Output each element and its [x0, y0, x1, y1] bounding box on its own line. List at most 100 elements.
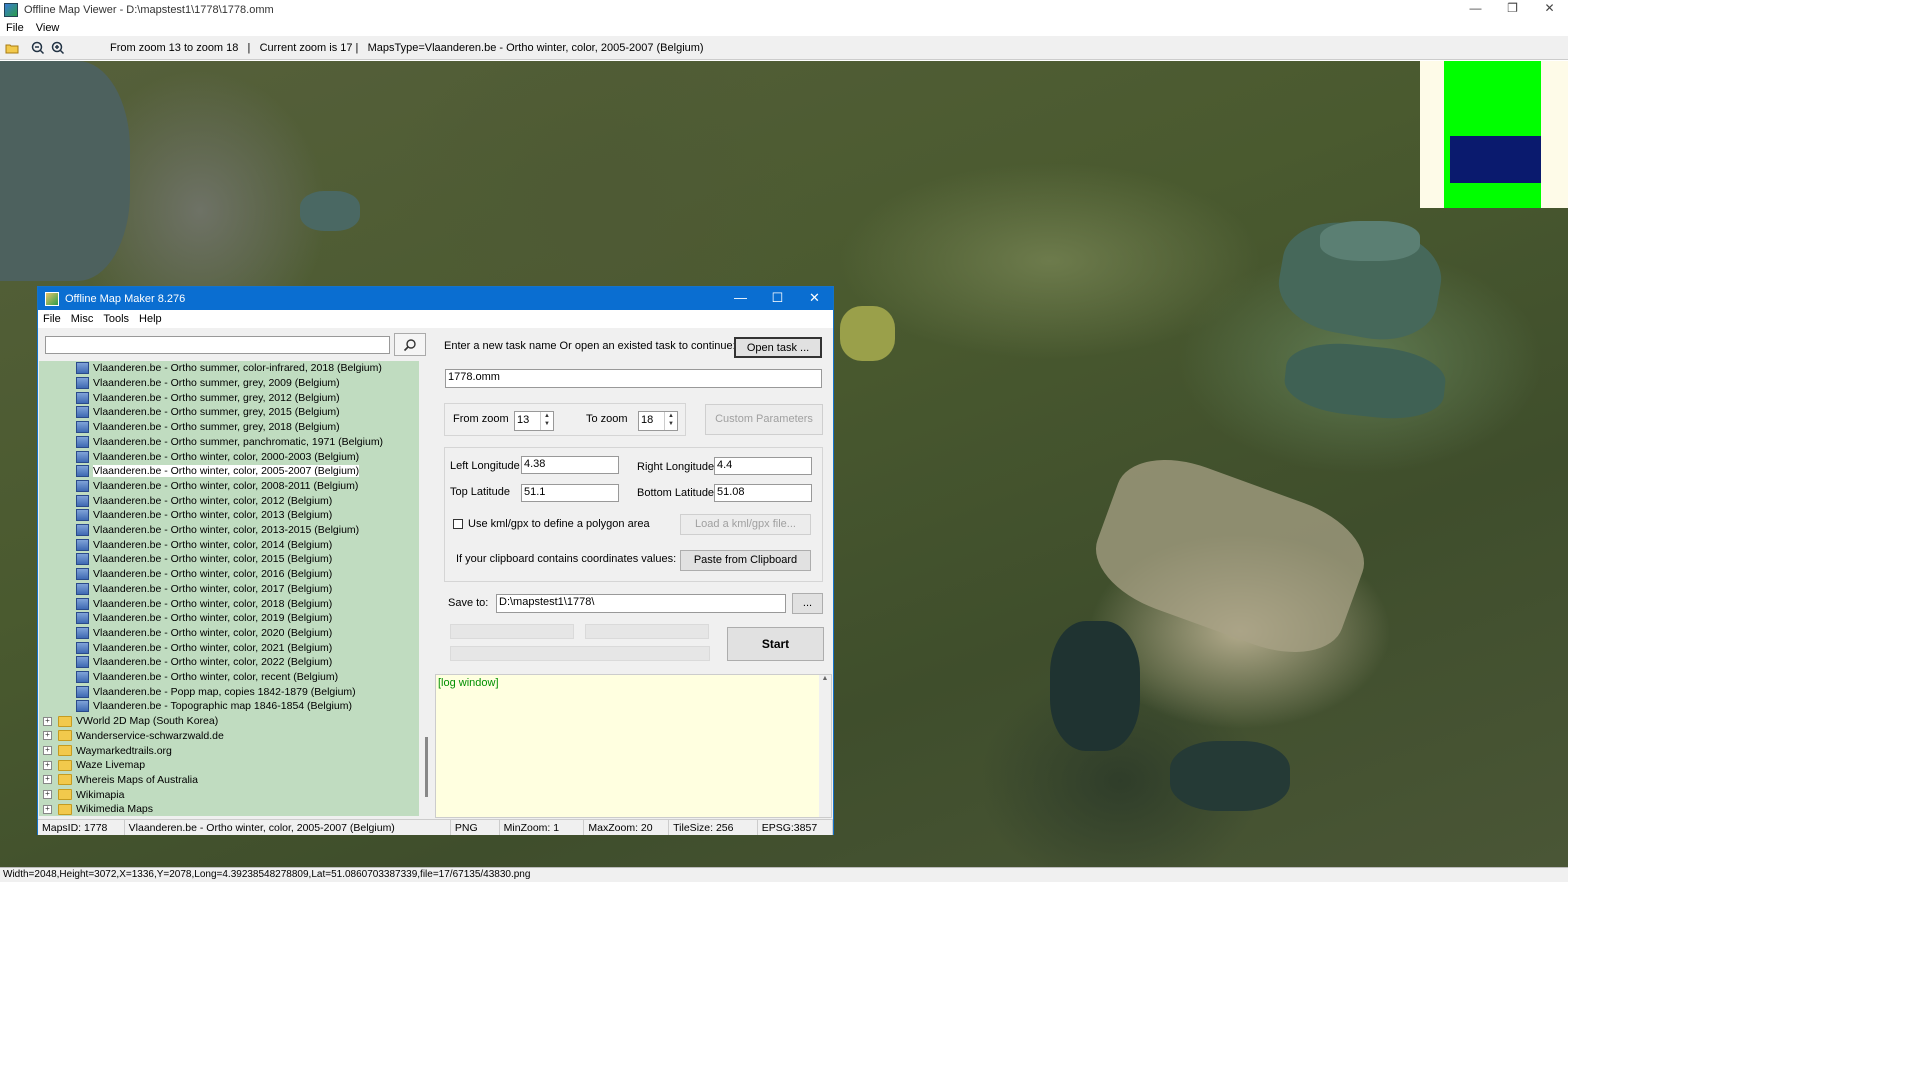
expand-icon[interactable]: + [43, 804, 52, 814]
tree-leaf-item[interactable]: Vlaanderen.be - Topographic map 1846-185… [76, 699, 352, 714]
tree-folder-label: Wikimapia [76, 788, 125, 801]
dialog-close-button[interactable]: ✕ [796, 287, 833, 310]
tree-scrollbar[interactable] [421, 361, 433, 816]
tree-leaf-item[interactable]: Vlaanderen.be - Ortho winter, color, 201… [76, 537, 332, 552]
map-type-tree[interactable]: Vlaanderen.be - Ortho summer, color-infr… [39, 361, 419, 816]
dialog-menu-tools[interactable]: Tools [98, 313, 134, 325]
right-longitude-input[interactable]: 4.4 [714, 457, 812, 475]
tree-leaf-item[interactable]: Vlaanderen.be - Ortho summer, grey, 2012… [76, 390, 340, 405]
map-layer-icon [76, 435, 89, 448]
map-search-input[interactable] [45, 336, 390, 354]
tree-leaf-item[interactable]: Vlaanderen.be - Ortho winter, color, 202… [76, 640, 332, 655]
expand-icon[interactable]: + [43, 746, 52, 756]
folder-icon [58, 789, 72, 801]
dialog-app-icon [45, 291, 59, 306]
from-zoom-label: From zoom [453, 413, 509, 425]
tree-leaf-item[interactable]: Vlaanderen.be - Ortho winter, color, 200… [76, 449, 359, 464]
paste-clipboard-button[interactable]: Paste from Clipboard [680, 550, 811, 571]
tree-scroll-thumb[interactable] [425, 737, 428, 797]
tree-folder-item[interactable]: + Wikimapia [43, 787, 124, 802]
log-window[interactable]: [log window] ▲ [435, 674, 832, 818]
to-zoom-spinner[interactable]: 18 ▲ ▼ [638, 411, 678, 431]
dialog-menu-file[interactable]: File [38, 313, 66, 325]
map-layer-icon [76, 494, 89, 507]
tree-folder-item[interactable]: + Wanderservice-schwarzwald.de [43, 729, 224, 744]
tree-leaf-item[interactable]: Vlaanderen.be - Ortho winter, color, rec… [76, 670, 338, 685]
tree-leaf-item[interactable]: Vlaanderen.be - Ortho summer, grey, 2009… [76, 376, 340, 391]
tree-leaf-item[interactable]: Vlaanderen.be - Ortho summer, grey, 2018… [76, 420, 340, 435]
browse-button[interactable]: ... [792, 593, 823, 614]
save-path-input[interactable]: D:\mapstest1\1778\ [496, 594, 786, 613]
zoom-in-icon[interactable] [50, 40, 66, 56]
map-layer-icon [76, 509, 89, 522]
dialog-maximize-button[interactable]: ☐ [759, 287, 796, 310]
expand-icon[interactable]: + [43, 731, 52, 741]
tree-leaf-item[interactable]: Vlaanderen.be - Ortho summer, color-infr… [76, 361, 382, 376]
tree-leaf-item[interactable]: Vlaanderen.be - Ortho winter, color, 201… [76, 596, 332, 611]
open-folder-icon[interactable] [4, 40, 20, 56]
map-layer-icon [76, 406, 89, 419]
expand-icon[interactable]: + [43, 790, 52, 800]
top-latitude-label: Top Latitude [450, 486, 510, 498]
minimize-button[interactable]: — [1457, 0, 1494, 19]
tree-leaf-item[interactable]: Vlaanderen.be - Ortho winter, color, 200… [76, 464, 360, 479]
tree-leaf-item[interactable]: Vlaanderen.be - Ortho winter, color, 201… [76, 552, 332, 567]
task-name-input[interactable]: 1778.omm [445, 369, 822, 388]
left-longitude-input[interactable]: 4.38 [521, 456, 619, 474]
tree-leaf-item[interactable]: Vlaanderen.be - Popp map, copies 1842-18… [76, 684, 356, 699]
tree-leaf-item[interactable]: Vlaanderen.be - Ortho winter, color, 202… [76, 655, 332, 670]
expand-icon[interactable]: + [43, 716, 52, 726]
load-kml-button[interactable]: Load a kml/gpx file... [680, 514, 811, 535]
tree-leaf-item[interactable]: Vlaanderen.be - Ortho summer, panchromat… [76, 435, 383, 450]
custom-parameters-button[interactable]: Custom Parameters [705, 404, 823, 435]
log-scrollbar[interactable]: ▲ [819, 675, 831, 817]
top-latitude-input[interactable]: 51.1 [521, 484, 619, 502]
minimap[interactable] [1420, 61, 1568, 208]
tree-folder-item[interactable]: + Wikimedia Maps [43, 802, 153, 816]
start-button[interactable]: Start [727, 627, 824, 661]
bottom-latitude-input[interactable]: 51.08 [714, 484, 812, 502]
tree-leaf-item[interactable]: Vlaanderen.be - Ortho summer, grey, 2015… [76, 405, 340, 420]
search-button[interactable] [394, 333, 426, 356]
tree-folder-item[interactable]: + Waze Livemap [43, 758, 145, 773]
tree-folder-item[interactable]: + Waymarkedtrails.org [43, 743, 172, 758]
map-layer-icon [76, 568, 89, 581]
menu-file[interactable]: File [0, 22, 30, 34]
kml-checkbox-label[interactable]: Use kml/gpx to define a polygon area [468, 518, 650, 530]
tree-leaf-item[interactable]: Vlaanderen.be - Ortho winter, color, 200… [76, 479, 358, 494]
tree-leaf-label: Vlaanderen.be - Ortho summer, grey, 2015… [93, 406, 340, 419]
tree-folder-item[interactable]: + Whereis Maps of Australia [43, 773, 198, 788]
from-zoom-spinner[interactable]: 13 ▲ ▼ [514, 411, 554, 431]
tree-leaf-label: Vlaanderen.be - Ortho winter, color, 200… [93, 450, 360, 463]
search-icon [403, 338, 416, 351]
map-status-bar: Width=2048,Height=3072,X=1336,Y=2078,Lon… [0, 867, 1568, 882]
dialog-menu-help[interactable]: Help [134, 313, 167, 325]
restore-button[interactable]: ❐ [1494, 0, 1531, 19]
tree-leaf-label: Vlaanderen.be - Ortho winter, color, 201… [93, 524, 360, 537]
tree-folder-item[interactable]: + VWorld 2D Map (South Korea) [43, 714, 218, 729]
zoom-out-icon[interactable] [30, 40, 46, 56]
to-zoom-label: To zoom [586, 413, 628, 425]
open-task-button[interactable]: Open task ... [734, 337, 822, 358]
tree-leaf-item[interactable]: Vlaanderen.be - Ortho winter, color, 201… [76, 508, 332, 523]
spinner-arrows-icon[interactable]: ▲ ▼ [664, 412, 677, 430]
menu-view[interactable]: View [30, 22, 66, 34]
status-format: PNG [451, 820, 500, 835]
tree-leaf-item[interactable]: Vlaanderen.be - Ortho winter, color, 201… [76, 567, 332, 582]
tree-leaf-item[interactable]: Vlaanderen.be - Ortho winter, color, 201… [76, 493, 332, 508]
tree-leaf-label: Vlaanderen.be - Ortho winter, color, 201… [93, 568, 333, 581]
close-button[interactable]: ✕ [1531, 0, 1568, 19]
to-zoom-value: 18 [641, 414, 654, 426]
dialog-menu-misc[interactable]: Misc [66, 313, 99, 325]
tree-leaf-label: Vlaanderen.be - Ortho winter, color, 202… [93, 626, 333, 639]
tree-leaf-item[interactable]: Vlaanderen.be - Ortho winter, color, 201… [76, 611, 332, 626]
tree-leaf-item[interactable]: Vlaanderen.be - Ortho winter, color, 201… [76, 582, 332, 597]
dialog-titlebar: Offline Map Maker 8.276 — ☐ ✕ [38, 287, 833, 310]
expand-icon[interactable]: + [43, 760, 52, 770]
kml-checkbox[interactable] [453, 519, 463, 529]
expand-icon[interactable]: + [43, 775, 52, 785]
tree-leaf-item[interactable]: Vlaanderen.be - Ortho winter, color, 202… [76, 626, 332, 641]
spinner-arrows-icon[interactable]: ▲ ▼ [540, 412, 553, 430]
tree-leaf-item[interactable]: Vlaanderen.be - Ortho winter, color, 201… [76, 523, 359, 538]
dialog-minimize-button[interactable]: — [722, 287, 759, 310]
